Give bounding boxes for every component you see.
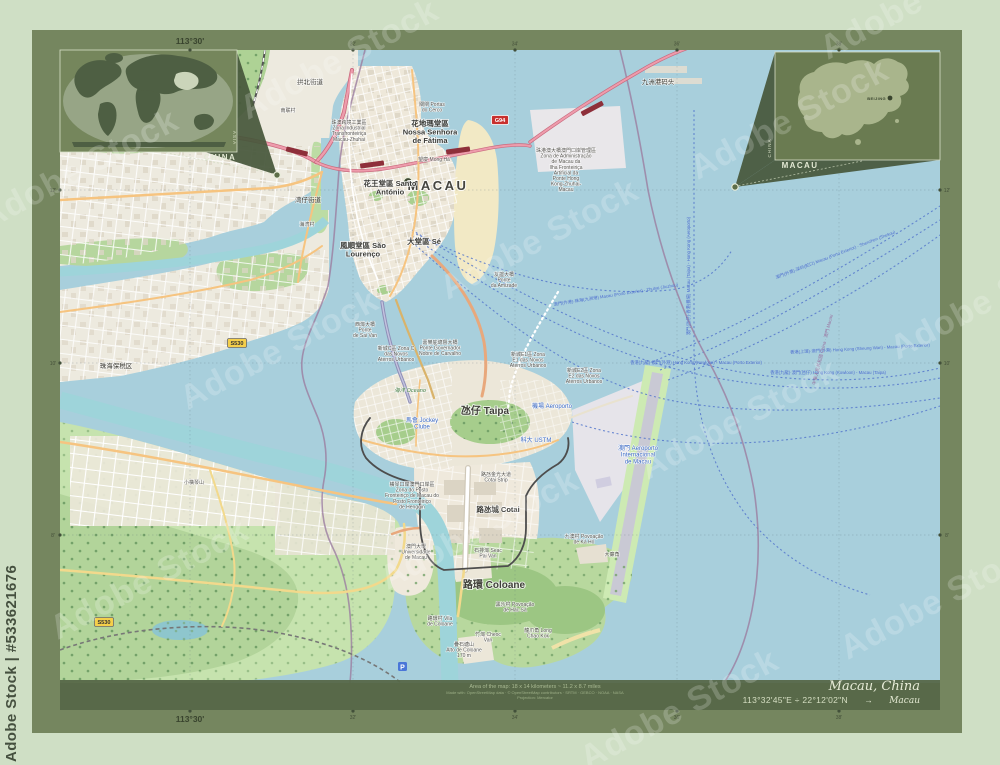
map-label: 海洋 Oceano xyxy=(394,387,426,394)
map-label: 路環 Coloane xyxy=(463,578,526,591)
map-label: 風順堂區 São Lourenço xyxy=(340,240,386,258)
map-label: 關閘 Portas do Cerco xyxy=(419,102,445,114)
map-label: 路環村 Vila de Coloane xyxy=(427,615,453,628)
map-label: 拱北街道 xyxy=(297,77,324,86)
map-attribution: Area of the map: 18 x 14 kilometers ~ 11… xyxy=(330,684,740,700)
road-shield: S530 xyxy=(94,617,114,627)
map-label: MACAU xyxy=(408,178,469,193)
center-coordinates: 113°32'45"E ÷ 22°12'02"N xyxy=(742,695,848,705)
map-label: 嘉樂庇總督大橋 Ponte Governador Nobre de Carvalho xyxy=(419,339,461,357)
svg-text:G94: G94 xyxy=(495,118,506,124)
parking-icon: P xyxy=(398,662,407,672)
map-label: 新城E1區 Zona E1 das Novos Aterros Urbanos xyxy=(510,351,547,369)
road-shield: G94 xyxy=(491,115,509,125)
map-label: 澳門(氹仔)·香港(機場) Macau (Taipa) - Hong Kong … xyxy=(685,216,692,335)
road-shield: G94 xyxy=(81,111,99,121)
map-label: 大癲角 xyxy=(604,551,619,558)
map-label: 機場 Aeroporto xyxy=(532,402,573,410)
arrow-glyph: → xyxy=(864,695,873,705)
svg-text:G94: G94 xyxy=(85,114,96,120)
map-label: 新城E2區 Zona E2 das Novos Aterros Urbanos xyxy=(566,367,603,385)
map-label: 九洲港码头 xyxy=(642,77,675,86)
map-label: 珠澳跨境工業區 Zona Industrial Transfronteiriça Ma… xyxy=(331,119,366,143)
map-label: 香港(九龍)·澳門(外港) Hong Kong (Kowloon) - Maca… xyxy=(630,359,762,366)
map-label: 龍爪角 Long Chao Kok xyxy=(524,627,552,640)
map-label: 珠海保税区 xyxy=(100,361,133,370)
map-label: 科大 USTM xyxy=(521,436,552,444)
map-label: 路氹城 Cotai xyxy=(476,504,519,514)
map-label: 氹仔 Taipa xyxy=(461,404,510,417)
macau-map: P MACAU花地瑪堂區 Nossa Senhora de Fátima花王堂區 S… xyxy=(60,50,940,683)
stock-id-watermark: Adobe Stock | #533621676 xyxy=(3,564,20,762)
road-shield: S530 xyxy=(227,338,247,348)
map-label: 湾仔街道 xyxy=(295,195,322,204)
stock-map-image: P MACAU 花地瑪堂區 Nossa Senhora de Fátima 花王堂區 S… xyxy=(0,0,1000,765)
map-label: 香港(九龍)·澳門(氹仔) Hong Kong (Kowloon) - Maca… xyxy=(770,369,886,376)
map-label: 望廈 Mong Há xyxy=(418,156,450,163)
map-label: 海湾村 xyxy=(299,221,314,228)
attribution-line-2: Projection: Mercator xyxy=(517,695,553,700)
map-subtitle: Macau xyxy=(889,696,920,706)
map-label: 路氹金光大道 Cotai Strip xyxy=(481,471,511,484)
map-label: 大堂區 Sé xyxy=(407,236,441,246)
map-label: 南联村 xyxy=(280,107,295,114)
svg-text:P: P xyxy=(400,665,405,672)
map-label: 小橫琴山 xyxy=(184,479,204,486)
svg-text:S530: S530 xyxy=(97,620,110,626)
svg-text:S530: S530 xyxy=(230,341,243,347)
